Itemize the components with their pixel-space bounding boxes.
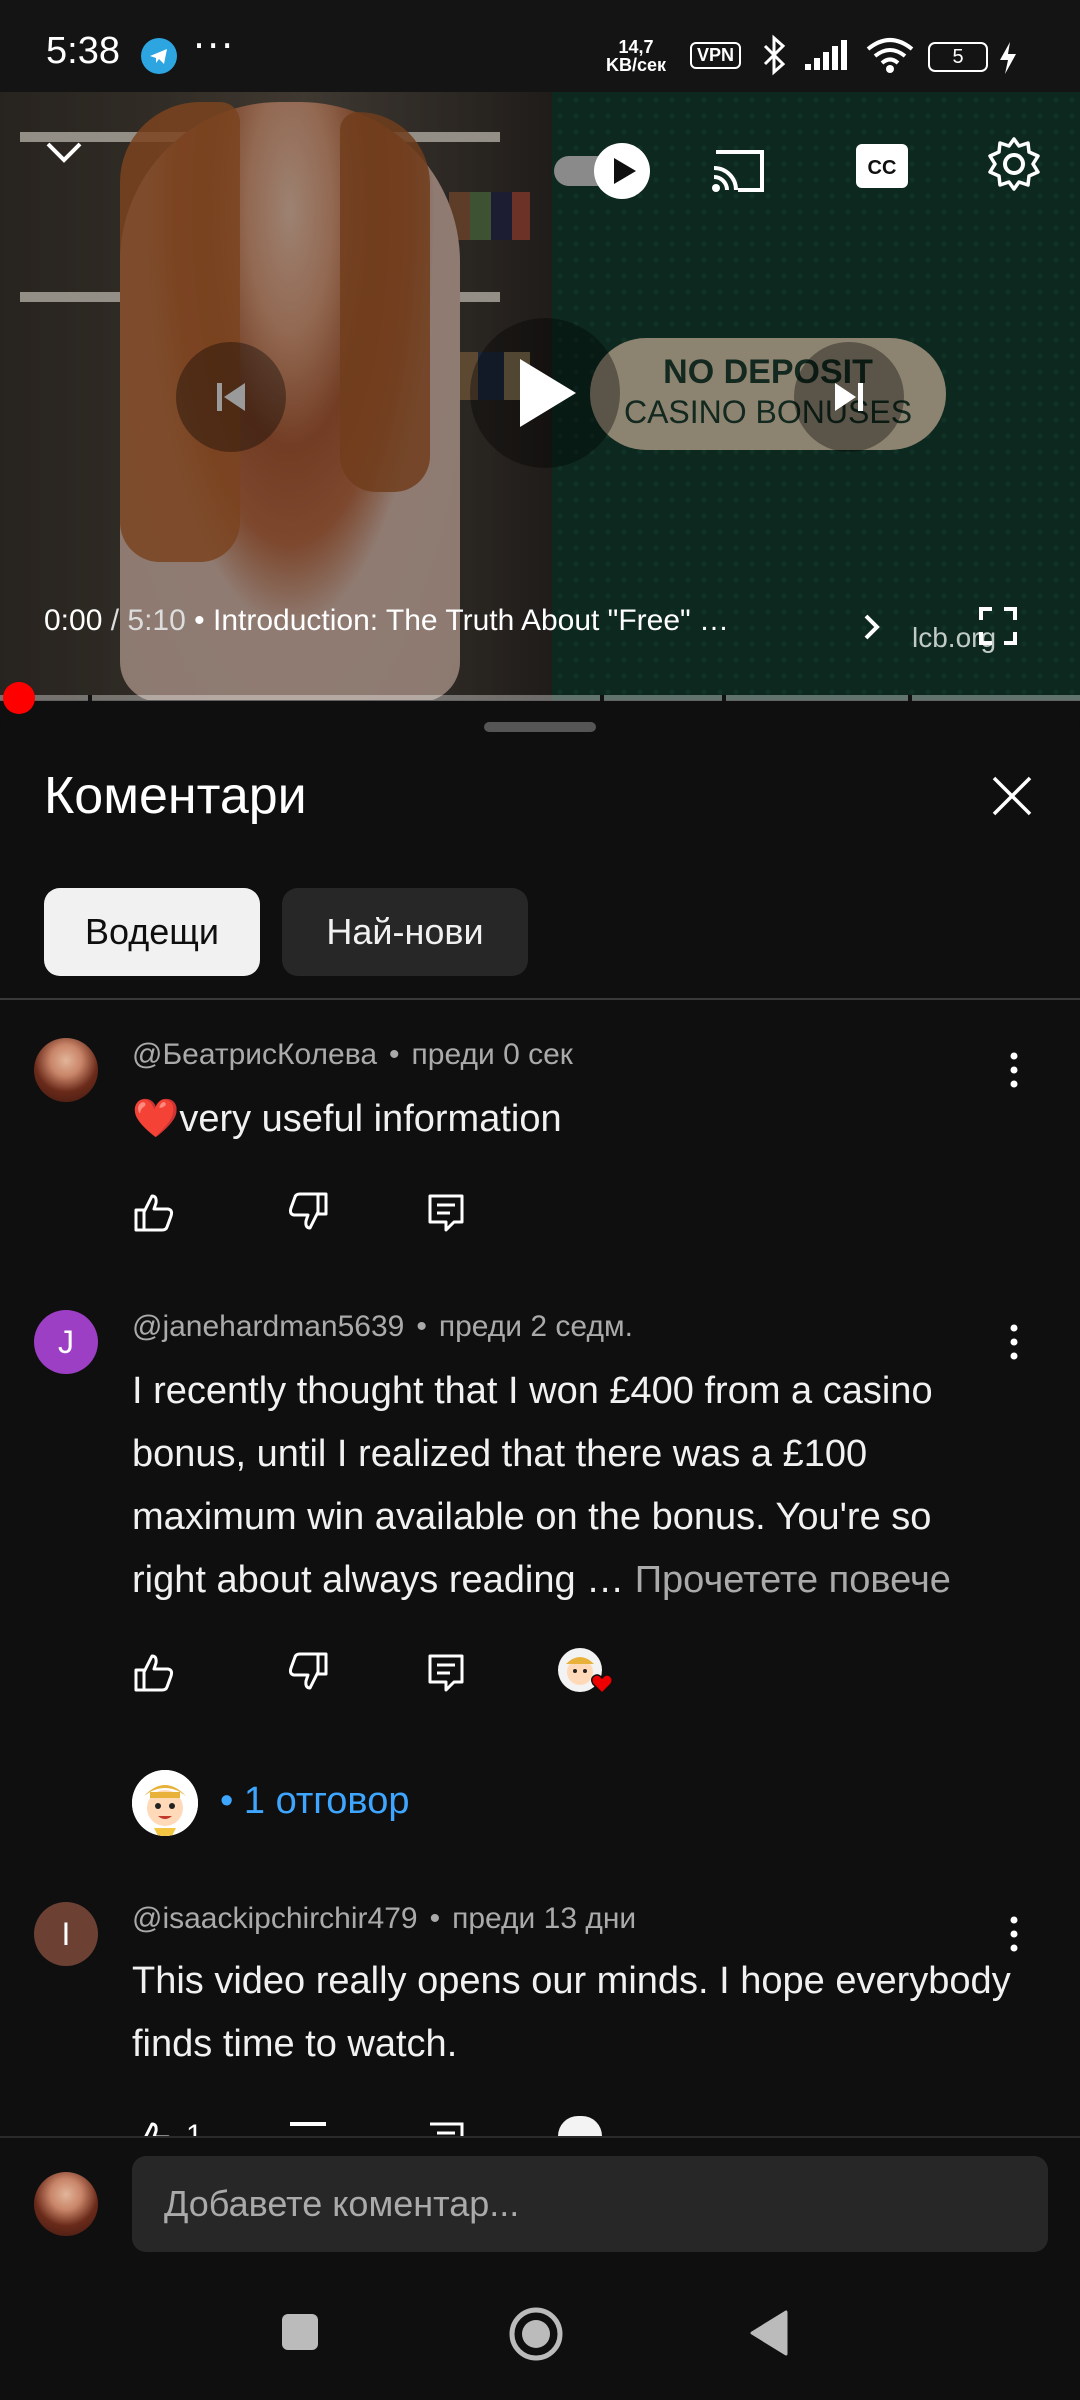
- like-icon[interactable]: [132, 2118, 176, 2136]
- play-button[interactable]: [470, 318, 620, 468]
- like-icon[interactable]: [132, 1190, 176, 1234]
- speed-unit: KB/сек: [606, 55, 667, 75]
- status-bar: 5:38 ··· 14,7 KB/сек VPN 5: [0, 0, 1080, 92]
- avatar[interactable]: [34, 2172, 98, 2236]
- reply-icon[interactable]: [424, 1190, 468, 1234]
- settings-icon[interactable]: [986, 136, 1042, 196]
- chapter-title: Introduction: The Truth About "Free" …: [212, 604, 730, 637]
- comment-time: преди 0 сек: [411, 1038, 573, 1071]
- like-count: 1: [186, 2119, 203, 2136]
- reply-icon[interactable]: [424, 1650, 468, 1694]
- more-options-icon[interactable]: [1004, 1050, 1024, 1090]
- bluetooth-icon: [757, 34, 791, 80]
- scrubber-handle[interactable]: [3, 682, 35, 714]
- wifi-icon: [865, 36, 915, 78]
- chapter-marker: [600, 695, 604, 701]
- back-icon[interactable]: [748, 2308, 790, 2362]
- view-replies-link[interactable]: • 1 отговор: [220, 1780, 409, 1823]
- more-notifications-icon: ···: [193, 24, 236, 68]
- read-more-link[interactable]: Прочетете повече: [635, 1559, 951, 1601]
- comment-composer: Добавете коментар...: [0, 2136, 1080, 2268]
- heart-icon: [590, 1672, 614, 1696]
- comment-text: This video really opens our minds. I hop…: [132, 1960, 1011, 2065]
- svg-text:CC: CC: [868, 157, 897, 179]
- time-separator: /: [102, 604, 128, 637]
- comment-time: преди 13 дни: [452, 1902, 637, 1935]
- divider: [0, 998, 1080, 1000]
- comment-author[interactable]: @janehardman5639: [132, 1310, 404, 1343]
- drag-handle[interactable]: [484, 722, 596, 732]
- cast-icon[interactable]: [708, 146, 766, 196]
- more-options-icon[interactable]: [1004, 1322, 1024, 1362]
- dislike-icon[interactable]: [286, 1190, 330, 1234]
- like-icon[interactable]: [132, 1650, 176, 1694]
- replier-avatar[interactable]: [132, 1770, 198, 1836]
- home-icon[interactable]: [508, 2306, 564, 2366]
- comment-time: преди 2 седм.: [438, 1310, 633, 1343]
- network-speed: 14,7 KB/сек: [606, 38, 666, 74]
- video-player[interactable]: NO DEPOSIT CASINO BONUSES CC 0:00 / 5:10…: [0, 92, 1080, 700]
- play-icon: [520, 359, 576, 427]
- chapter-bullet: •: [185, 604, 213, 637]
- next-icon: [835, 383, 863, 411]
- avatar[interactable]: I: [34, 1902, 98, 1966]
- previous-icon: [217, 383, 245, 411]
- signal-icon: [803, 38, 853, 76]
- meta-bullet: •: [389, 1038, 400, 1071]
- meta-bullet: •: [416, 1310, 427, 1343]
- page-title: Коментари: [44, 767, 307, 825]
- avatar[interactable]: [34, 1038, 98, 1102]
- charging-icon: [996, 40, 1020, 80]
- chapter-marker: [722, 695, 726, 701]
- comment-text: ❤️very useful information: [132, 1098, 562, 1140]
- replies-count: 1 отговор: [243, 1780, 410, 1822]
- close-icon[interactable]: [988, 772, 1036, 820]
- comment-input[interactable]: Добавете коментар...: [132, 2156, 1048, 2252]
- chevron-right-icon[interactable]: [860, 610, 884, 648]
- battery-icon: 5: [928, 42, 988, 72]
- chip-top[interactable]: Водещи: [44, 888, 260, 976]
- vpn-icon: VPN: [690, 42, 742, 69]
- meta-bullet: •: [429, 1902, 441, 1935]
- duration: 5:10: [127, 604, 186, 637]
- chip-newest[interactable]: Най-нови: [282, 888, 528, 976]
- telegram-icon: [141, 38, 177, 74]
- comment-meta: @БеатрисКолева • преди 0 сек: [132, 1038, 573, 1072]
- reply-bullet: •: [220, 1780, 234, 1822]
- dislike-icon[interactable]: [286, 1650, 330, 1694]
- avatar[interactable]: J: [34, 1310, 98, 1374]
- cc-icon[interactable]: CC: [856, 144, 908, 192]
- system-nav-bar: [0, 2268, 1080, 2400]
- reply-icon[interactable]: [424, 2118, 468, 2136]
- comment-author[interactable]: @БеатрисКолева: [132, 1038, 377, 1071]
- chapter-marker: [88, 695, 92, 701]
- current-time: 0:00: [44, 604, 103, 637]
- speed-value: 14,7: [618, 37, 654, 57]
- next-button[interactable]: [794, 342, 904, 452]
- time-chapter-row[interactable]: 0:00 / 5:10 • Introduction: The Truth Ab…: [44, 604, 729, 638]
- previous-button[interactable]: [176, 342, 286, 452]
- comment-author[interactable]: @isaackipchirchir479: [132, 1902, 418, 1935]
- comment-text: I recently thought that I won £400 from …: [132, 1360, 1012, 1612]
- recents-icon[interactable]: [280, 2312, 320, 2356]
- comment-meta: @janehardman5639 • преди 2 седм.: [132, 1310, 633, 1344]
- creator-heart-avatar: [558, 2116, 602, 2136]
- chapter-marker: [908, 695, 912, 701]
- dislike-icon[interactable]: [286, 2118, 330, 2136]
- fullscreen-icon[interactable]: [978, 606, 1018, 650]
- progress-bar[interactable]: [0, 682, 1080, 714]
- autoplay-toggle[interactable]: [552, 138, 652, 206]
- comment-meta: @isaackipchirchir479 • преди 13 дни: [132, 1902, 636, 1936]
- status-time: 5:38: [46, 30, 120, 72]
- more-options-icon[interactable]: [1004, 1914, 1024, 1954]
- chevron-down-icon[interactable]: [44, 138, 84, 172]
